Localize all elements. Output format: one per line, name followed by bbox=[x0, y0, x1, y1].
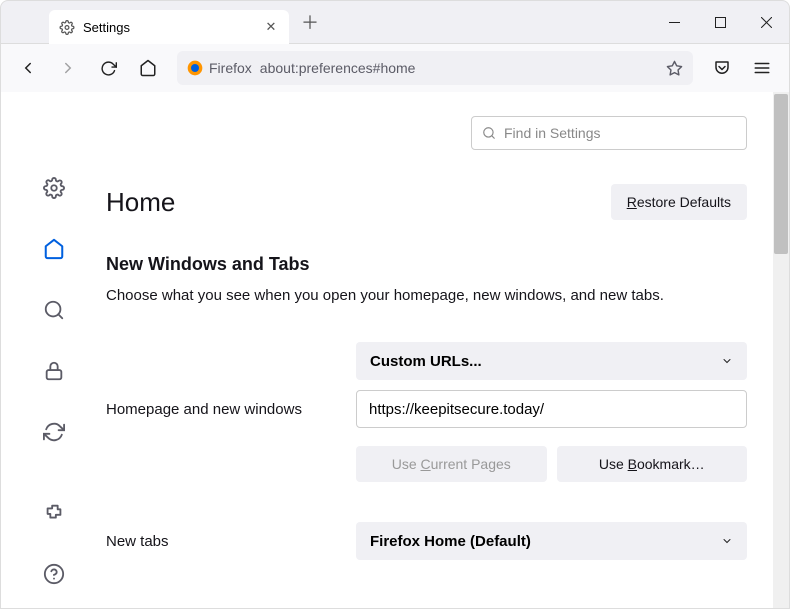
nav-search[interactable] bbox=[33, 290, 75, 331]
settings-main: Find in Settings Home Restore Defaults N… bbox=[106, 92, 773, 608]
url-text: about:preferences#home bbox=[260, 60, 416, 76]
nav-help[interactable] bbox=[33, 553, 75, 594]
url-bar[interactable]: Firefox about:preferences#home bbox=[177, 51, 693, 85]
lock-icon bbox=[43, 360, 65, 382]
settings-search-input[interactable]: Find in Settings bbox=[471, 116, 747, 150]
help-icon bbox=[43, 563, 65, 585]
search-icon bbox=[482, 126, 496, 140]
restore-defaults-button[interactable]: Restore Defaults bbox=[611, 184, 747, 220]
sync-icon bbox=[43, 421, 65, 443]
maximize-button[interactable] bbox=[697, 0, 743, 44]
section-heading: New Windows and Tabs bbox=[106, 254, 747, 275]
browser-tab[interactable]: Settings ✕ bbox=[49, 10, 289, 44]
chevron-down-icon bbox=[721, 355, 733, 367]
select-value: Firefox Home (Default) bbox=[370, 533, 531, 550]
search-placeholder: Find in Settings bbox=[504, 125, 601, 141]
home-button[interactable] bbox=[131, 51, 165, 85]
app-menu-button[interactable] bbox=[745, 51, 779, 85]
minimize-button[interactable] bbox=[651, 0, 697, 44]
homepage-mode-select[interactable]: Custom URLs... bbox=[356, 342, 747, 380]
bookmark-star-icon[interactable] bbox=[666, 60, 683, 77]
reload-button[interactable] bbox=[91, 51, 125, 85]
nav-extensions[interactable] bbox=[33, 492, 75, 533]
close-tab-icon[interactable]: ✕ bbox=[263, 19, 279, 35]
nav-privacy[interactable] bbox=[33, 351, 75, 392]
homepage-url-input[interactable] bbox=[356, 390, 747, 428]
browser-toolbar: Firefox about:preferences#home bbox=[0, 44, 790, 92]
window-titlebar: Settings ✕ ＋ bbox=[0, 0, 790, 44]
section-description: Choose what you see when you open your h… bbox=[106, 285, 747, 306]
select-value: Custom URLs... bbox=[370, 353, 482, 370]
use-bookmark-button[interactable]: Use Bookmark… bbox=[557, 446, 748, 482]
newtabs-label: New tabs bbox=[106, 533, 356, 550]
new-tab-button[interactable]: ＋ bbox=[295, 7, 325, 37]
firefox-icon bbox=[187, 60, 203, 76]
chevron-down-icon bbox=[721, 535, 733, 547]
nav-sync[interactable] bbox=[33, 411, 75, 452]
close-window-button[interactable] bbox=[743, 0, 789, 44]
gear-icon bbox=[59, 20, 75, 35]
nav-home[interactable] bbox=[33, 229, 75, 270]
page-title: Home bbox=[106, 187, 611, 218]
scrollbar[interactable] bbox=[773, 92, 789, 608]
use-current-pages-button: Use Current Pages bbox=[356, 446, 547, 482]
newtabs-mode-select[interactable]: Firefox Home (Default) bbox=[356, 522, 747, 560]
forward-button bbox=[51, 51, 85, 85]
settings-sidebar bbox=[1, 92, 106, 608]
save-to-pocket-button[interactable] bbox=[705, 51, 739, 85]
gear-icon bbox=[43, 177, 65, 199]
site-identity[interactable]: Firefox bbox=[187, 60, 252, 76]
tab-title: Settings bbox=[83, 20, 255, 35]
window-controls bbox=[651, 0, 789, 44]
scrollbar-thumb[interactable] bbox=[774, 94, 788, 254]
url-identity-label: Firefox bbox=[209, 60, 252, 76]
back-button[interactable] bbox=[11, 51, 45, 85]
home-icon bbox=[43, 238, 65, 260]
puzzle-icon bbox=[43, 502, 65, 524]
search-icon bbox=[43, 299, 65, 321]
homepage-label: Homepage and new windows bbox=[106, 401, 356, 418]
nav-general[interactable] bbox=[33, 168, 75, 209]
